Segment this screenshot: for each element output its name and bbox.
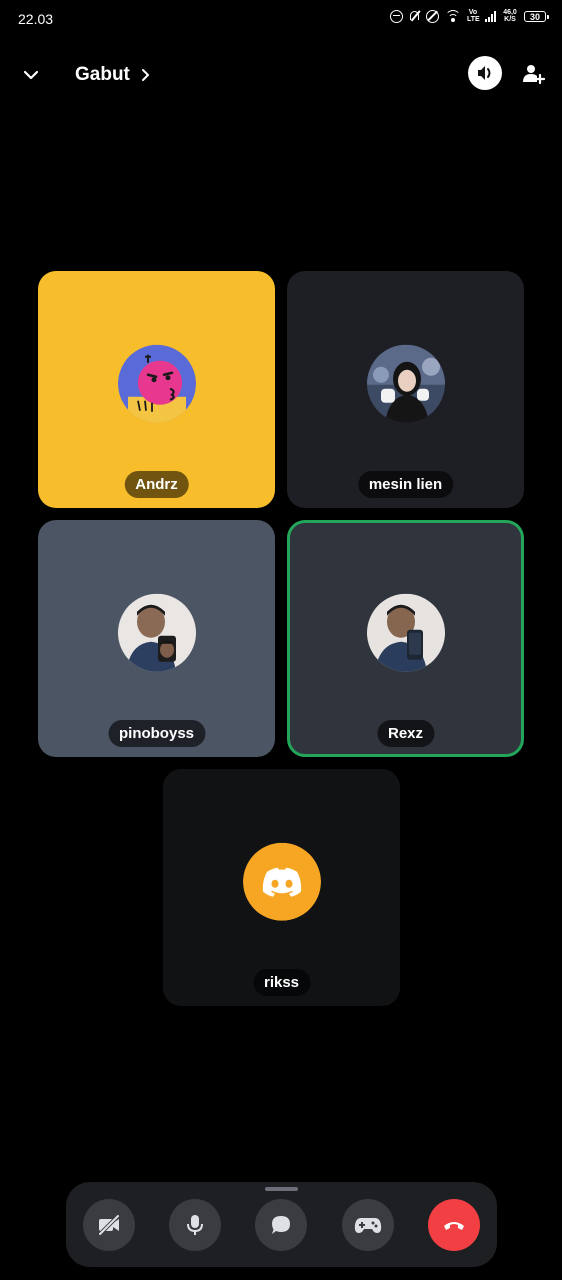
participant-tile-pinoboyss[interactable]: pinoboyss: [38, 520, 275, 757]
chat-bubble-icon: [272, 1216, 290, 1234]
channel-name: Gabut: [75, 64, 130, 85]
status-time: 22.03: [18, 11, 54, 27]
wifi-icon: [445, 10, 461, 22]
avatar: [366, 593, 445, 672]
participant-name: Rexz: [376, 720, 435, 747]
microphone-icon: [187, 1215, 203, 1235]
do-not-disturb-icon: [426, 9, 439, 23]
volte-indicator: Vo LTE: [467, 9, 480, 23]
call-controls: [66, 1182, 497, 1267]
gamepad-icon: [354, 1218, 382, 1233]
status-bar: 22.03 Vo LTE 46,0 K/S 30: [0, 0, 562, 38]
speaker-icon: [478, 66, 491, 80]
call-header: Gabut: [0, 50, 562, 104]
channel-title-button[interactable]: Gabut: [75, 64, 152, 86]
battery-indicator: 30: [524, 10, 549, 22]
avatar: [117, 593, 196, 672]
microphone-button[interactable]: [169, 1199, 221, 1251]
participant-name: Andrz: [124, 471, 189, 498]
participant-name: pinoboyss: [107, 720, 206, 747]
participant-name: rikss: [252, 969, 311, 996]
add-user-icon[interactable]: [521, 62, 545, 86]
discord-logo-icon: [242, 842, 321, 921]
participant-tile-rikss[interactable]: rikss: [163, 769, 400, 1006]
chevron-right-icon: [141, 69, 149, 81]
participant-tile-rexz[interactable]: Rexz: [287, 520, 524, 757]
status-icons: Vo LTE 46,0 K/S 30: [390, 9, 549, 23]
avatar: [242, 842, 321, 921]
signal-icon: [485, 10, 496, 22]
data-saver-icon: [390, 9, 403, 23]
hang-up-button[interactable]: [428, 1199, 480, 1251]
chat-button[interactable]: [255, 1199, 307, 1251]
avatar: [117, 344, 196, 423]
participant-name: mesin lien: [357, 471, 454, 498]
camera-off-icon: [98, 1214, 120, 1236]
participant-tile-andrz[interactable]: Andrz: [38, 271, 275, 508]
drag-handle[interactable]: [265, 1187, 298, 1191]
avatar: [366, 344, 445, 423]
camera-toggle-button[interactable]: [83, 1199, 135, 1251]
speaker-button[interactable]: [468, 56, 502, 90]
participant-tile-mesin-lien[interactable]: mesin lien: [287, 271, 524, 508]
mute-notifications-icon: [409, 10, 420, 22]
network-speed: 46,0 K/S: [503, 9, 517, 23]
hang-up-icon: [444, 1222, 464, 1230]
collapse-chevron-icon[interactable]: [20, 64, 42, 86]
activities-button[interactable]: [342, 1199, 394, 1251]
